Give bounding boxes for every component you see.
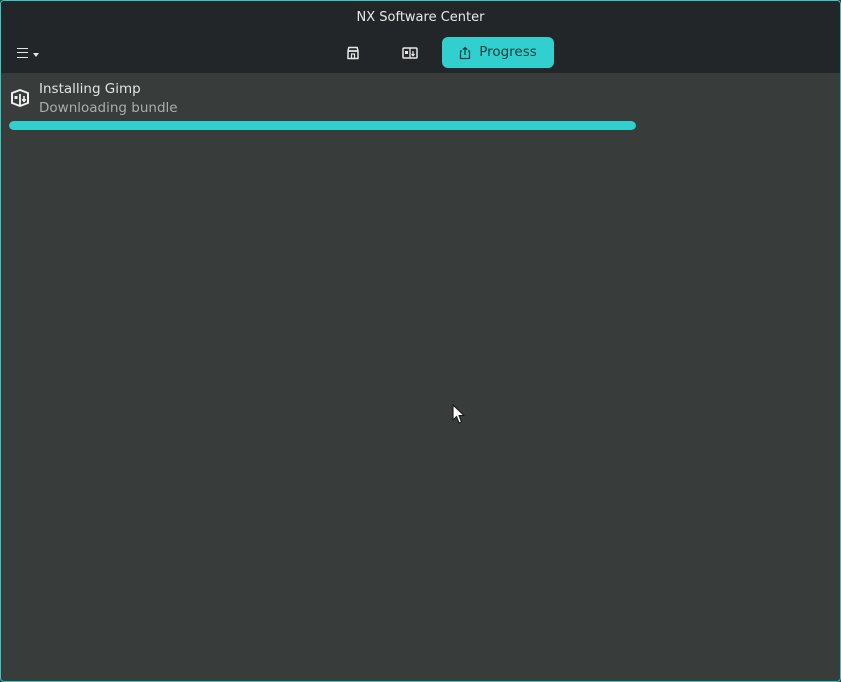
task-progress-bar (9, 121, 636, 130)
task-item: Installing Gimp Downloading bundle (1, 73, 840, 135)
task-progress-fill (9, 121, 636, 130)
chevron-down-icon (33, 53, 39, 57)
hamburger-menu-icon (17, 48, 28, 58)
store-icon (347, 46, 359, 59)
tab-installed[interactable] (396, 37, 424, 68)
window-title: NX Software Center (356, 10, 485, 25)
tab-store[interactable] (339, 37, 367, 68)
progress-panel: Installing Gimp Downloading bundle (1, 73, 840, 681)
task-title: Installing Gimp (39, 81, 141, 97)
tab-progress-label: Progress (479, 44, 537, 60)
tab-progress[interactable]: Progress (442, 37, 554, 68)
main-menu-button[interactable] (11, 41, 49, 65)
app-window: NX Software Center Progress Installing G… (0, 0, 841, 682)
apps-icon (402, 46, 418, 59)
header-bar: NX Software Center Progress (1, 1, 840, 73)
package-icon (11, 89, 29, 107)
upload-icon (460, 46, 471, 59)
task-status: Downloading bundle (39, 100, 178, 116)
